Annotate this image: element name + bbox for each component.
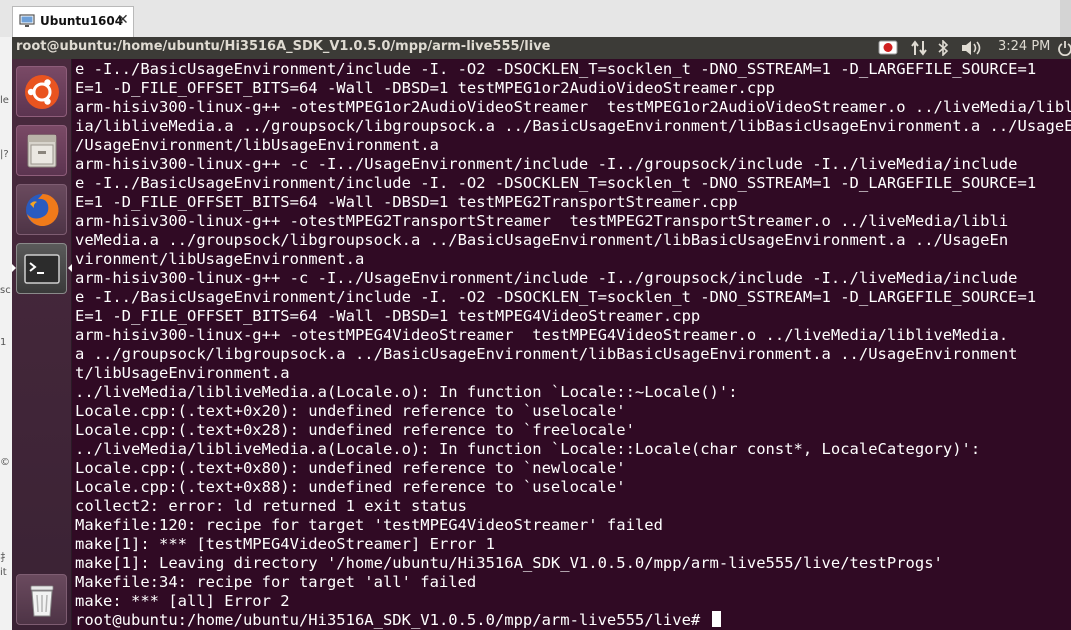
terminal-line: collect2: error: ld returned 1 exit stat… bbox=[75, 497, 467, 515]
terminal-line: E=1 -D_FILE_OFFSET_BITS=64 -Wall -DBSD=1… bbox=[75, 307, 701, 325]
top-panel: root@ubuntu:/home/ubuntu/Hi3516A_SDK_V1.… bbox=[12, 37, 1071, 59]
terminal-line: t/libUsageEnvironment.a bbox=[75, 364, 290, 382]
launcher-firefox[interactable] bbox=[16, 184, 67, 235]
terminal-line: arm-hisiv300-linux-g++ -otestMPEG4VideoS… bbox=[75, 326, 1009, 344]
launcher-files[interactable] bbox=[16, 125, 67, 176]
terminal-line: arm-hisiv300-linux-g++ -c -I../UsageEnvi… bbox=[75, 269, 1018, 287]
desktop-screen: Ubuntu1604 ✕ le |? sc 1 © 扌 it root@ubun… bbox=[0, 0, 1071, 630]
terminal-line: Locale.cpp:(.text+0x80): undefined refer… bbox=[75, 459, 626, 477]
terminal-line: a ../groupsock/libgroupsock.a ../BasicUs… bbox=[75, 345, 1018, 363]
launcher-ubuntu-dash[interactable] bbox=[16, 66, 67, 117]
trash-icon bbox=[30, 585, 54, 617]
terminal-output: e -I../BasicUsageEnvironment/include -I.… bbox=[75, 60, 1071, 630]
host-fragment: 1 bbox=[0, 337, 7, 348]
record-icon[interactable] bbox=[878, 40, 898, 55]
launcher-trash[interactable] bbox=[16, 574, 67, 625]
terminal-line: Locale.cpp:(.text+0x28): undefined refer… bbox=[75, 421, 635, 439]
terminal-line: ia/libliveMedia.a ../groupsock/libgroups… bbox=[75, 117, 1071, 135]
vm-monitor-icon bbox=[19, 14, 35, 27]
network-icon[interactable] bbox=[910, 40, 928, 56]
host-fragment: © bbox=[0, 457, 10, 468]
terminal-prompt-line[interactable]: root@ubuntu:/home/ubuntu/Hi3516A_SDK_V1.… bbox=[75, 611, 1071, 630]
terminal-line: vironment/libUsageEnvironment.a bbox=[75, 250, 365, 268]
terminal-line: Locale.cpp:(.text+0x20): undefined refer… bbox=[75, 402, 626, 420]
host-fragment: |? bbox=[0, 149, 9, 160]
terminal-line: Makefile:34: recipe for target 'all' fai… bbox=[75, 573, 477, 591]
file-cabinet-icon bbox=[27, 134, 57, 168]
host-fragment: it bbox=[0, 567, 7, 578]
text-cursor bbox=[711, 611, 721, 627]
terminal-line: arm-hisiv300-linux-g++ -otestMPEG1or2Aud… bbox=[75, 98, 1071, 116]
terminal-line: veMedia.a ../groupsock/libgroupsock.a ..… bbox=[75, 231, 1009, 249]
vm-toolbar-edge bbox=[1060, 0, 1071, 37]
vm-tab-title: Ubuntu1604 bbox=[40, 14, 124, 28]
terminal-line: ../liveMedia/libliveMedia.a(Locale.o): I… bbox=[75, 383, 738, 401]
terminal-icon bbox=[24, 254, 60, 284]
terminal-line: arm-hisiv300-linux-g++ -otestMPEG2Transp… bbox=[75, 212, 1009, 230]
terminal-line: arm-hisiv300-linux-g++ -c -I../UsageEnvi… bbox=[75, 155, 1018, 173]
host-fragment: sc bbox=[0, 285, 11, 296]
window-title: root@ubuntu:/home/ubuntu/Hi3516A_SDK_V1.… bbox=[16, 39, 551, 54]
volume-icon[interactable] bbox=[961, 40, 983, 56]
terminal-line: E=1 -D_FILE_OFFSET_BITS=64 -Wall -DBSD=1… bbox=[75, 79, 775, 97]
terminal-line: ../liveMedia/libliveMedia.a(Locale.o): I… bbox=[75, 440, 981, 458]
bluetooth-icon[interactable] bbox=[937, 40, 949, 56]
launcher-terminal[interactable] bbox=[16, 243, 67, 294]
terminal-line: make[1]: Leaving directory '/home/ubuntu… bbox=[75, 554, 943, 572]
terminal-line: E=1 -D_FILE_OFFSET_BITS=64 -Wall -DBSD=1… bbox=[75, 193, 738, 211]
vm-tab-close-icon[interactable]: ✕ bbox=[117, 12, 129, 28]
terminal-line: e -I../BasicUsageEnvironment/include -I.… bbox=[75, 174, 1037, 192]
vm-tab-bar: Ubuntu1604 ✕ bbox=[0, 0, 1071, 38]
launcher-running-indicator bbox=[12, 264, 16, 272]
clock[interactable]: 3:24 PM bbox=[998, 39, 1050, 54]
terminal-line: make: *** [all] Error 2 bbox=[75, 592, 290, 610]
terminal-line: e -I../BasicUsageEnvironment/include -I.… bbox=[75, 60, 1037, 78]
terminal-line: Makefile:120: recipe for target 'testMPE… bbox=[75, 516, 663, 534]
ubuntu-logo-icon bbox=[25, 75, 59, 109]
terminal-prompt: root@ubuntu:/home/ubuntu/Hi3516A_SDK_V1.… bbox=[75, 611, 710, 629]
host-fragment: le bbox=[0, 95, 9, 106]
terminal-line: e -I../BasicUsageEnvironment/include -I.… bbox=[75, 288, 1037, 306]
terminal-line: /UsageEnvironment/libUsageEnvironment.a bbox=[75, 136, 439, 154]
launcher bbox=[12, 59, 72, 630]
power-icon[interactable] bbox=[1058, 40, 1071, 56]
host-fragment: 扌 bbox=[0, 553, 10, 564]
vm-tab-ubuntu[interactable]: Ubuntu1604 ✕ bbox=[12, 6, 134, 37]
terminal-line: Locale.cpp:(.text+0x88): undefined refer… bbox=[75, 478, 626, 496]
terminal-window[interactable]: e -I../BasicUsageEnvironment/include -I.… bbox=[72, 59, 1071, 630]
firefox-icon bbox=[26, 193, 59, 226]
terminal-line: make[1]: *** [testMPEG4VideoStreamer] Er… bbox=[75, 535, 495, 553]
